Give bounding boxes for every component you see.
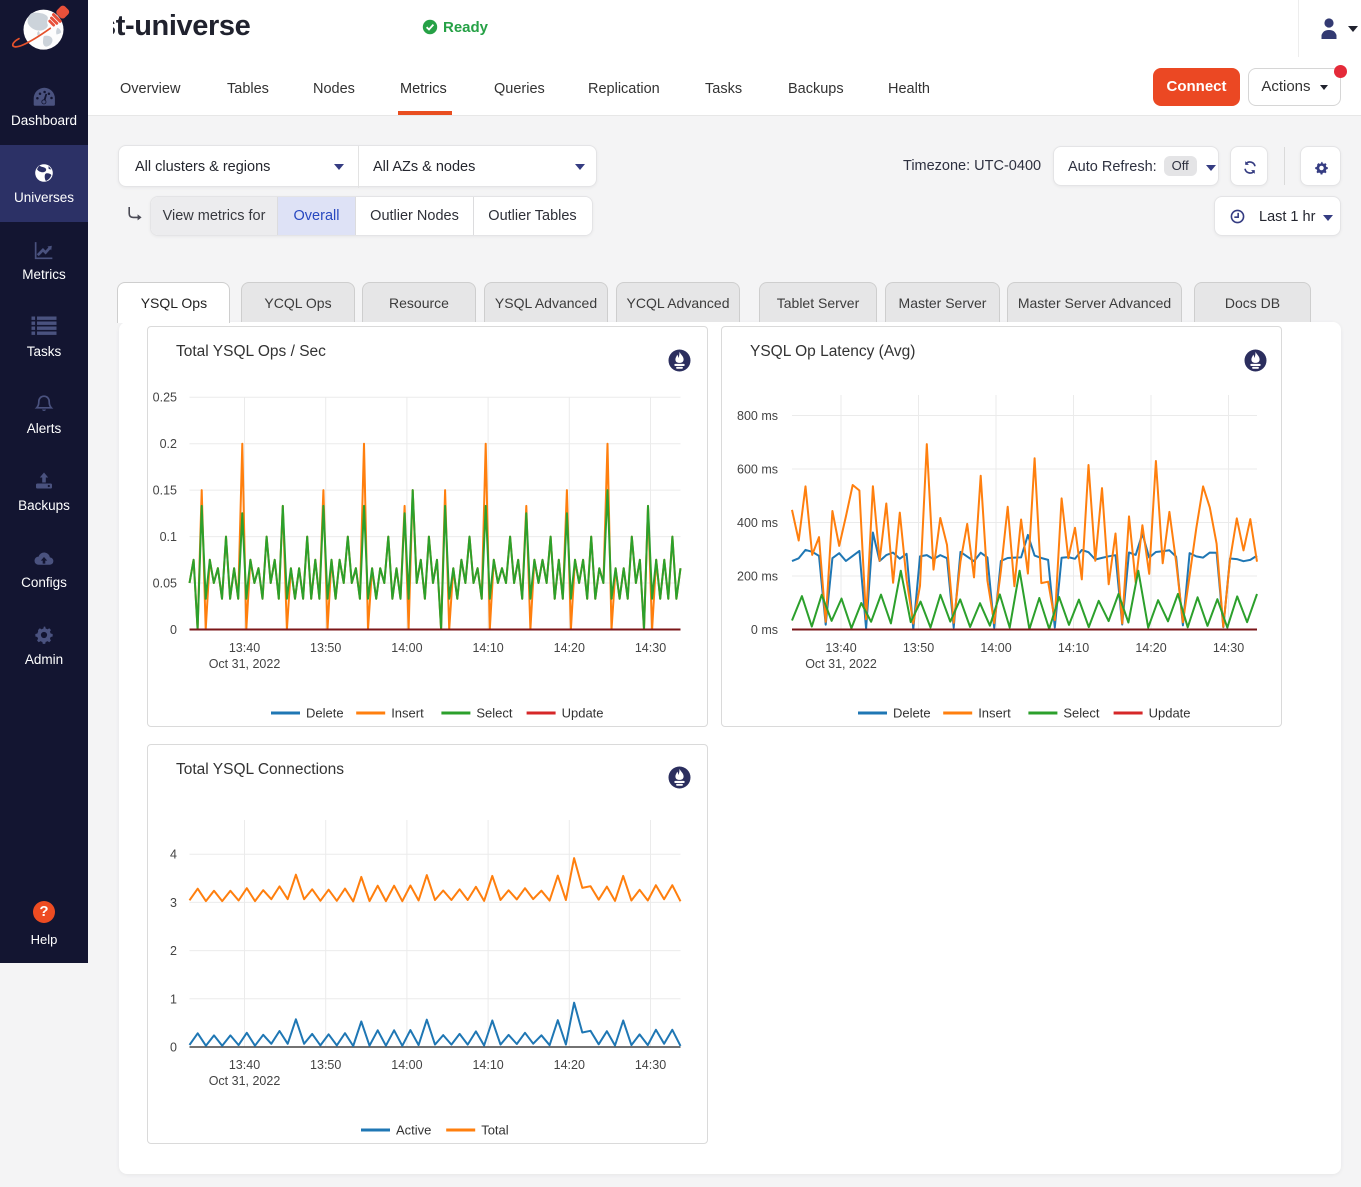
svg-text:14:30: 14:30 — [1213, 641, 1244, 655]
svg-text:Total: Total — [481, 1123, 509, 1138]
svg-text:Oct 31, 2022: Oct 31, 2022 — [805, 657, 877, 671]
svg-text:13:40: 13:40 — [229, 641, 260, 655]
svg-text:Oct 31, 2022: Oct 31, 2022 — [209, 657, 281, 671]
svg-text:14:20: 14:20 — [554, 641, 585, 655]
svg-text:400 ms: 400 ms — [737, 516, 778, 530]
svg-text:13:50: 13:50 — [310, 641, 341, 655]
svg-text:4: 4 — [170, 848, 177, 862]
svg-text:0: 0 — [170, 1041, 177, 1055]
svg-text:3: 3 — [170, 896, 177, 910]
svg-text:1: 1 — [170, 992, 177, 1006]
svg-text:14:30: 14:30 — [635, 1058, 666, 1072]
svg-text:14:30: 14:30 — [635, 641, 666, 655]
svg-text:0: 0 — [170, 623, 177, 637]
svg-text:Delete: Delete — [306, 706, 344, 721]
svg-text:Insert: Insert — [978, 706, 1011, 721]
svg-text:13:40: 13:40 — [825, 641, 856, 655]
svg-text:13:50: 13:50 — [310, 1058, 341, 1072]
svg-text:Insert: Insert — [391, 706, 424, 721]
svg-text:14:20: 14:20 — [1135, 641, 1166, 655]
svg-text:0.05: 0.05 — [153, 577, 177, 591]
svg-text:200 ms: 200 ms — [737, 570, 778, 584]
svg-text:0 ms: 0 ms — [751, 623, 778, 637]
svg-text:13:50: 13:50 — [903, 641, 934, 655]
svg-text:Select: Select — [476, 706, 513, 721]
svg-text:Active: Active — [396, 1123, 431, 1138]
svg-text:Oct 31, 2022: Oct 31, 2022 — [209, 1074, 281, 1088]
svg-text:Update: Update — [562, 706, 604, 721]
svg-text:14:20: 14:20 — [554, 1058, 585, 1072]
svg-text:600 ms: 600 ms — [737, 463, 778, 477]
svg-text:13:40: 13:40 — [229, 1058, 260, 1072]
svg-text:14:10: 14:10 — [472, 641, 503, 655]
svg-text:0.1: 0.1 — [160, 530, 177, 544]
svg-text:0.25: 0.25 — [153, 391, 177, 405]
svg-text:14:10: 14:10 — [472, 1058, 503, 1072]
svg-text:14:00: 14:00 — [391, 1058, 422, 1072]
svg-text:2: 2 — [170, 944, 177, 958]
svg-text:Update: Update — [1149, 706, 1191, 721]
svg-text:Delete: Delete — [893, 706, 931, 721]
svg-text:0.2: 0.2 — [160, 437, 177, 451]
svg-text:0.15: 0.15 — [153, 484, 177, 498]
svg-text:Select: Select — [1063, 706, 1100, 721]
svg-text:14:00: 14:00 — [391, 641, 422, 655]
svg-text:14:10: 14:10 — [1058, 641, 1089, 655]
svg-text:14:00: 14:00 — [980, 641, 1011, 655]
svg-text:800 ms: 800 ms — [737, 409, 778, 423]
